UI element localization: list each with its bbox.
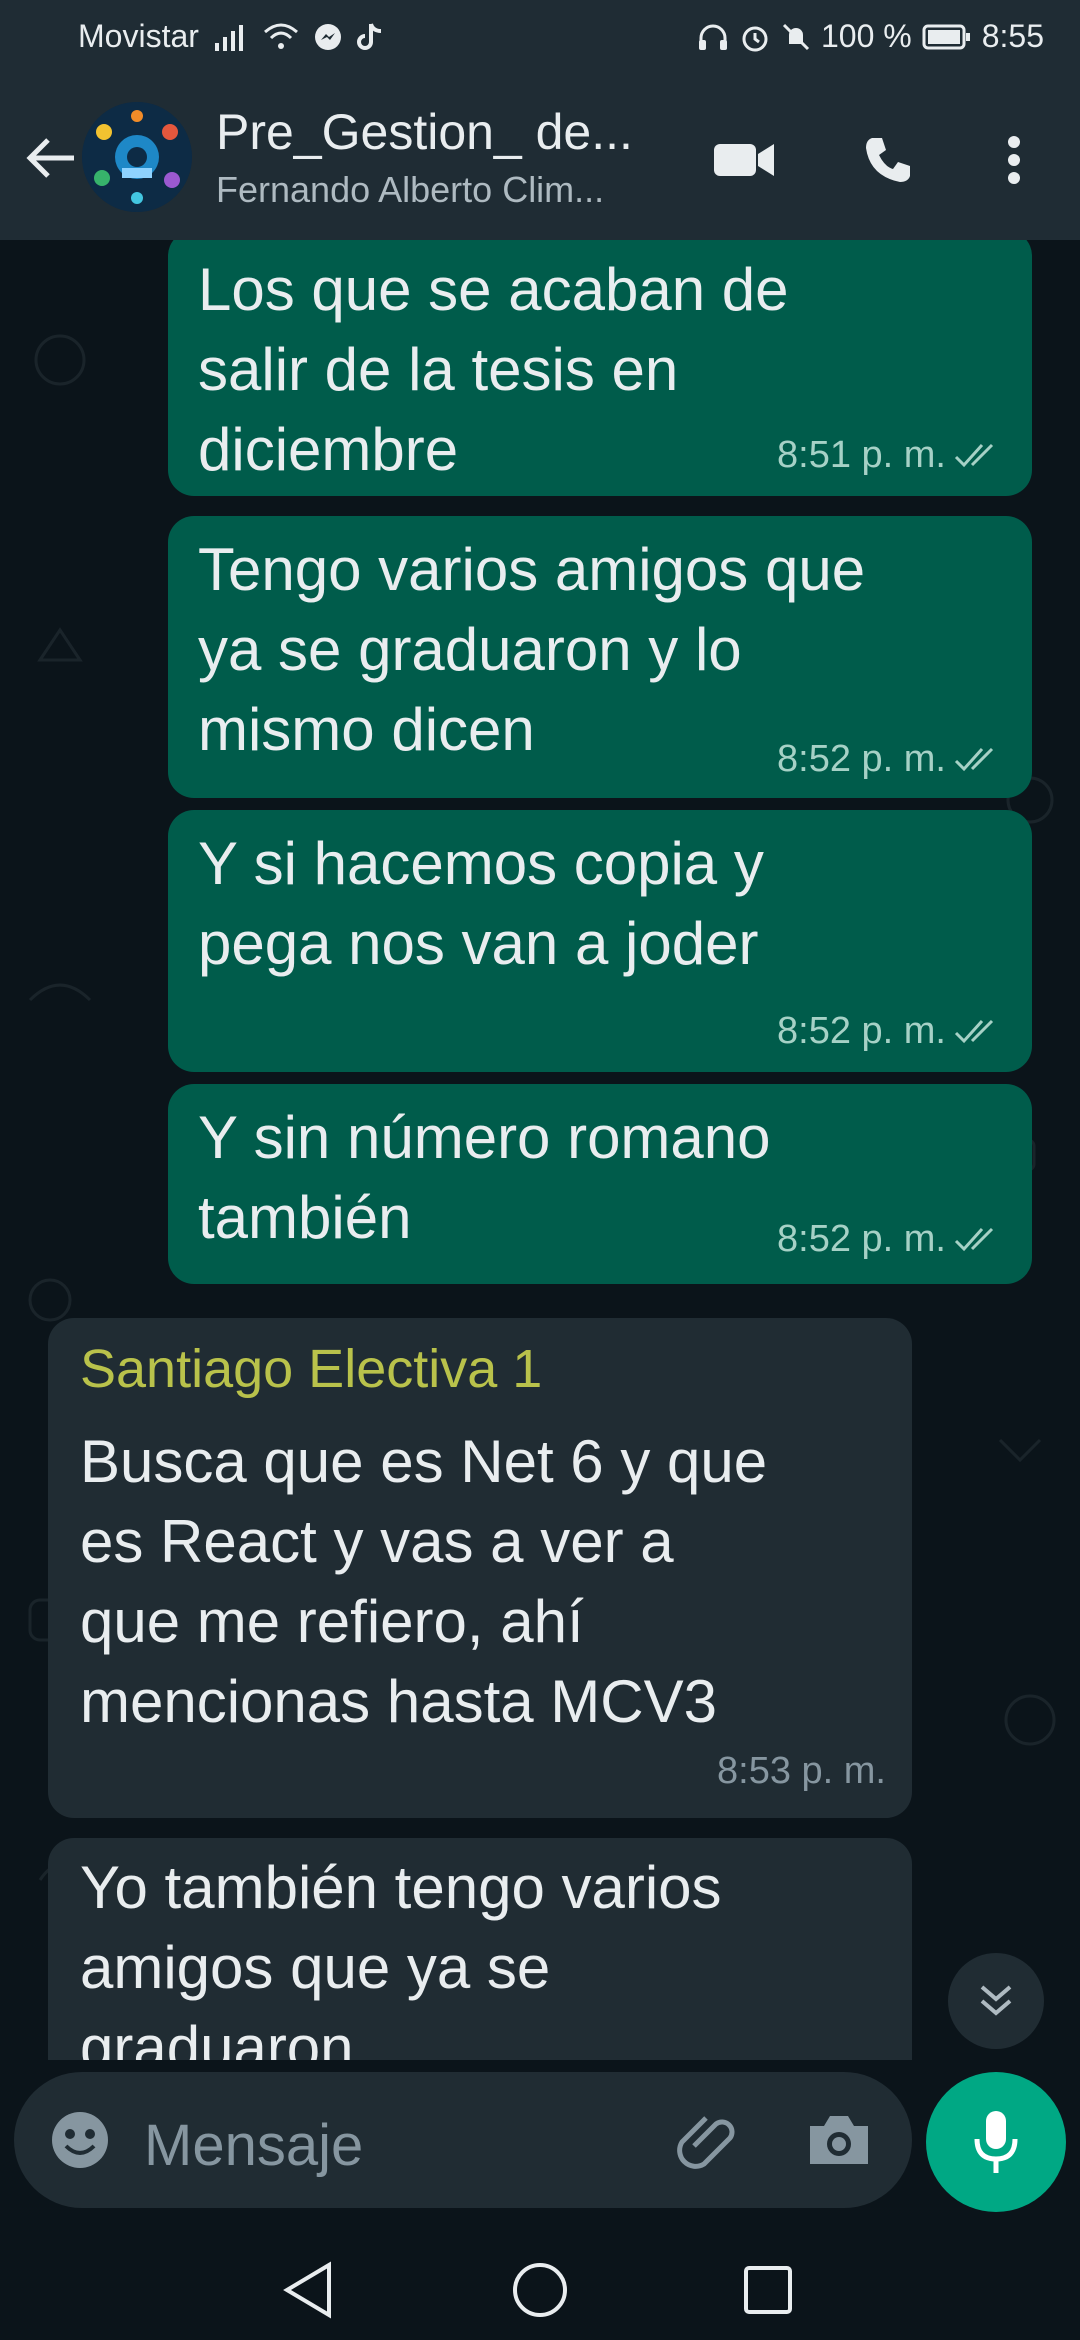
nav-home-icon [513, 2263, 567, 2317]
chat-members: Fernando Alberto Clim... [216, 169, 605, 210]
message-line: Y si hacemos copia y [198, 830, 764, 897]
battery-icon [922, 19, 972, 55]
message-text: Y sin número romano también [198, 1098, 771, 1258]
voice-record-button[interactable] [926, 2072, 1066, 2212]
message-time: 8:52 p. m. [777, 1010, 946, 1052]
message-line: también [198, 1184, 412, 1251]
back-arrow-icon [26, 138, 74, 178]
double-check-icon [954, 747, 994, 771]
outgoing-message[interactable]: Y sin número romano también 8:52 p. m. [168, 1084, 1032, 1284]
message-time: 8:51 p. m. [777, 434, 946, 476]
message-text: Tengo varios amigos que ya se graduaron … [198, 530, 865, 770]
message-meta: 8:52 p. m. [777, 738, 1004, 781]
message-time: 8:52 p. m. [777, 1218, 946, 1260]
camera-button[interactable] [804, 2108, 874, 2172]
sender-name[interactable]: Santiago Electiva 1 [80, 1338, 542, 1400]
message-line: mismo dicen [198, 696, 535, 763]
nav-back-icon [283, 2261, 331, 2319]
carrier-label: Movistar [78, 18, 199, 54]
message-line: mencionas hasta MCV3 [80, 1668, 717, 1735]
message-line: pega nos van a joder [198, 910, 759, 977]
chat-title: Pre_Gestion_ de... [216, 104, 633, 160]
tiktok-icon [356, 19, 383, 55]
message-meta: 8:53 p. m. [717, 1750, 886, 1793]
more-options-button[interactable] [974, 120, 1054, 200]
attach-button[interactable] [674, 2106, 744, 2176]
outgoing-message[interactable]: Y si hacemos copia y pega nos van a jode… [168, 810, 1032, 1072]
message-time: 8:52 p. m. [777, 738, 946, 780]
message-line: diciembre [198, 416, 459, 483]
message-text: Busca que es Net 6 y que es React y vas … [80, 1422, 767, 1742]
nav-recents-icon [744, 2266, 792, 2314]
wifi-icon [263, 19, 299, 55]
signal-icon [213, 19, 249, 55]
scroll-to-bottom-button[interactable] [948, 1953, 1044, 2049]
message-line: Y sin número romano [198, 1104, 771, 1171]
chat-header: Pre_Gestion_ de... Fernando Alberto Clim… [0, 76, 1080, 240]
incoming-message[interactable]: Santiago Electiva 1 Busca que es Net 6 y… [48, 1318, 912, 1818]
message-meta: 8:52 p. m. [777, 1010, 1004, 1053]
message-text: Y si hacemos copia y pega nos van a jode… [198, 824, 764, 984]
back-button[interactable] [18, 126, 82, 190]
messenger-icon [313, 19, 343, 55]
more-vertical-icon [1008, 136, 1020, 184]
chevron-down-double-icon [980, 1985, 1012, 2016]
message-input[interactable]: Mensaje [144, 2112, 363, 2179]
mute-icon [781, 19, 811, 55]
alarm-icon [739, 19, 771, 55]
clock: 8:55 [981, 18, 1044, 54]
emoji-icon [52, 2112, 108, 2168]
headphones-icon [697, 19, 729, 55]
double-check-icon [954, 1227, 994, 1251]
video-call-icon [714, 144, 774, 176]
message-line: Yo también tengo varios [80, 1854, 722, 1921]
message-line: salir de la tesis en [198, 336, 679, 403]
nav-recents-button[interactable] [728, 2250, 808, 2330]
outgoing-message[interactable]: Los que se acaban de salir de la tesis e… [168, 240, 1032, 496]
message-text: Yo también tengo varios amigos que ya se… [80, 1848, 722, 2060]
message-meta: 8:51 p. m. [777, 434, 1004, 477]
chat-title-block[interactable]: Pre_Gestion_ de... Fernando Alberto Clim… [216, 102, 686, 212]
battery-percent: 100 % [820, 18, 912, 54]
message-line: es React y vas a ver a [80, 1508, 674, 1575]
double-check-icon [954, 1019, 994, 1043]
group-avatar[interactable] [82, 102, 192, 212]
system-nav-bar [0, 2230, 1080, 2340]
message-text: Los que se acaban de salir de la tesis e… [198, 250, 788, 490]
double-check-icon [954, 443, 994, 467]
message-composer: Mensaje [14, 2072, 912, 2208]
message-line: Tengo varios amigos que [198, 536, 866, 603]
message-line: graduaron [80, 2014, 354, 2060]
camera-icon [810, 2116, 868, 2164]
chat-area[interactable]: Los que se acaban de salir de la tesis e… [0, 240, 1080, 2060]
message-meta: 8:52 p. m. [777, 1218, 1004, 1261]
nav-back-button[interactable] [268, 2250, 348, 2330]
message-line: amigos que ya se [80, 1934, 551, 2001]
phone-icon [866, 138, 910, 182]
message-time: 8:53 p. m. [717, 1750, 886, 1792]
video-call-button[interactable] [704, 120, 784, 200]
status-bar: Movistar 100 % 8:55 [0, 0, 1080, 76]
voice-call-button[interactable] [848, 120, 928, 200]
message-line: que me refiero, ahí [80, 1588, 584, 1655]
nav-home-button[interactable] [500, 2250, 580, 2330]
attach-icon [677, 2116, 735, 2169]
message-line: ya se graduaron y lo [198, 616, 742, 683]
outgoing-message[interactable]: Tengo varios amigos que ya se graduaron … [168, 516, 1032, 798]
mic-icon [974, 2111, 1018, 2173]
message-line: Los que se acaban de [198, 256, 789, 323]
incoming-message[interactable]: Yo también tengo varios amigos que ya se… [48, 1838, 912, 2060]
emoji-button[interactable] [48, 2108, 112, 2172]
message-line: Busca que es Net 6 y que [80, 1428, 768, 1495]
